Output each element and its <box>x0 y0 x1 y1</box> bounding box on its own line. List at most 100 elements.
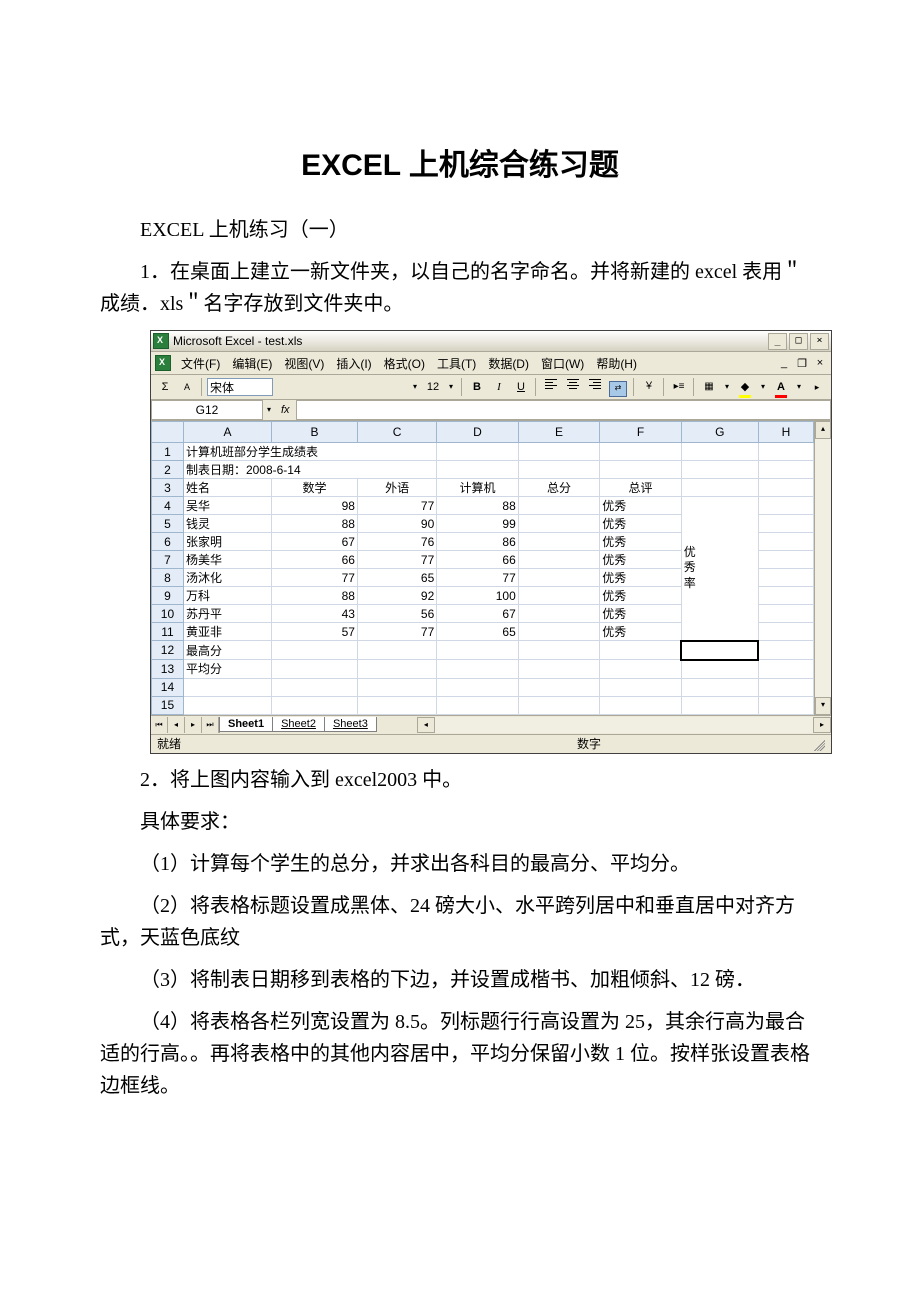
cell[interactable]: 56 <box>357 605 436 623</box>
cell[interactable]: 总分 <box>518 479 600 497</box>
font-color-button[interactable]: A <box>771 378 791 396</box>
doc-restore-button[interactable]: ❐ <box>795 357 809 370</box>
cell[interactable] <box>758 461 813 479</box>
cell[interactable]: 100 <box>437 587 519 605</box>
cell[interactable]: 优秀 <box>600 515 682 533</box>
cell[interactable] <box>272 660 358 679</box>
row-header[interactable]: 4 <box>152 497 184 515</box>
cell[interactable]: 优秀 <box>600 587 682 605</box>
row-header[interactable]: 13 <box>152 660 184 679</box>
cell[interactable] <box>518 696 600 714</box>
row-header[interactable]: 1 <box>152 443 184 461</box>
menu-format[interactable]: 格式(O) <box>378 353 431 374</box>
tab-nav-last-icon[interactable]: ⏭ <box>202 717 219 733</box>
font-size-dropdown-icon[interactable]: ▾ <box>445 378 457 396</box>
cell[interactable]: 57 <box>272 623 358 641</box>
cell[interactable] <box>518 443 600 461</box>
cell[interactable]: 优秀 <box>600 497 682 515</box>
col-header-g[interactable]: G <box>681 422 758 443</box>
cell[interactable]: 张家明 <box>183 533 271 551</box>
cell[interactable] <box>272 678 358 696</box>
increase-indent-button[interactable]: ▸≡ <box>669 378 689 396</box>
cell[interactable]: 67 <box>437 605 519 623</box>
resize-grip-icon[interactable] <box>811 737 825 751</box>
cell[interactable] <box>758 443 813 461</box>
cell[interactable] <box>518 551 600 569</box>
cell[interactable]: 98 <box>272 497 358 515</box>
menu-view[interactable]: 视图(V) <box>278 353 330 374</box>
cell[interactable] <box>518 515 600 533</box>
cell[interactable]: 优秀 <box>600 605 682 623</box>
sheet-tab-1[interactable]: Sheet1 <box>219 717 273 732</box>
cell[interactable] <box>681 479 758 497</box>
toolbar-options-button[interactable]: ▸ <box>807 378 827 396</box>
cell[interactable] <box>437 696 519 714</box>
menu-insert[interactable]: 插入(I) <box>330 353 377 374</box>
cell[interactable] <box>518 605 600 623</box>
align-center-button[interactable] <box>563 378 583 396</box>
cell[interactable]: 86 <box>437 533 519 551</box>
cell[interactable] <box>437 678 519 696</box>
cell[interactable]: 77 <box>272 569 358 587</box>
row-header[interactable]: 14 <box>152 678 184 696</box>
cell[interactable] <box>758 641 813 660</box>
cell[interactable]: 77 <box>357 623 436 641</box>
cell[interactable] <box>357 641 436 660</box>
cell[interactable]: 制表日期：2008-6-14 <box>183 461 436 479</box>
tab-nav-next-icon[interactable]: ▸ <box>185 717 202 733</box>
font-size-selector[interactable]: 12 <box>423 378 443 396</box>
row-header[interactable]: 8 <box>152 569 184 587</box>
cell[interactable] <box>437 461 519 479</box>
cell[interactable]: 平均分 <box>183 660 271 679</box>
row-header[interactable]: 15 <box>152 696 184 714</box>
scroll-left-icon[interactable]: ◂ <box>417 717 435 733</box>
sheet-tab-3[interactable]: Sheet3 <box>324 717 377 732</box>
maximize-button[interactable]: □ <box>789 333 808 350</box>
cell[interactable]: 66 <box>272 551 358 569</box>
cell[interactable]: 汤沐化 <box>183 569 271 587</box>
cell[interactable]: 计算机班部分学生成绩表 <box>183 443 436 461</box>
minimize-button[interactable]: _ <box>768 333 787 350</box>
cell[interactable]: 优秀 <box>600 569 682 587</box>
cell[interactable] <box>758 515 813 533</box>
name-box[interactable]: G12 <box>151 400 263 420</box>
cell[interactable]: 最高分 <box>183 641 271 660</box>
cell[interactable] <box>183 696 271 714</box>
cell[interactable] <box>437 660 519 679</box>
sort-button[interactable]: A <box>177 378 197 396</box>
underline-button[interactable]: U <box>511 378 531 396</box>
italic-button[interactable]: I <box>489 378 509 396</box>
cell[interactable] <box>600 696 682 714</box>
fill-color-button[interactable]: ◆ <box>735 378 755 396</box>
horizontal-scrollbar[interactable]: ◂ ▸ <box>417 717 831 733</box>
cell[interactable] <box>518 678 600 696</box>
cell[interactable]: 99 <box>437 515 519 533</box>
col-header-d[interactable]: D <box>437 422 519 443</box>
cell[interactable] <box>758 497 813 515</box>
cell[interactable]: 计算机 <box>437 479 519 497</box>
col-header-f[interactable]: F <box>600 422 682 443</box>
cell[interactable] <box>758 587 813 605</box>
cell[interactable]: 外语 <box>357 479 436 497</box>
cell[interactable] <box>681 696 758 714</box>
cell[interactable]: 77 <box>437 569 519 587</box>
cell[interactable] <box>518 533 600 551</box>
cell[interactable] <box>758 479 813 497</box>
cell[interactable] <box>272 641 358 660</box>
menu-data[interactable]: 数据(D) <box>482 353 535 374</box>
doc-minimize-button[interactable]: _ <box>777 357 791 370</box>
cell[interactable] <box>518 461 600 479</box>
merge-center-button[interactable]: ⇄ <box>607 378 629 396</box>
col-header-c[interactable]: C <box>357 422 436 443</box>
tab-nav-first-icon[interactable]: ⏮ <box>151 717 168 733</box>
cell[interactable] <box>518 660 600 679</box>
spreadsheet-grid[interactable]: A B C D E F G H 1 计算机班部分学生成绩表 2 制表日期：200… <box>151 421 814 715</box>
menu-tools[interactable]: 工具(T) <box>431 353 482 374</box>
cell[interactable] <box>600 443 682 461</box>
cell[interactable]: 姓名 <box>183 479 271 497</box>
row-header[interactable]: 6 <box>152 533 184 551</box>
cell[interactable] <box>518 497 600 515</box>
close-button[interactable]: × <box>810 333 829 350</box>
align-right-button[interactable] <box>585 378 605 396</box>
scroll-down-icon[interactable]: ▾ <box>815 697 831 715</box>
